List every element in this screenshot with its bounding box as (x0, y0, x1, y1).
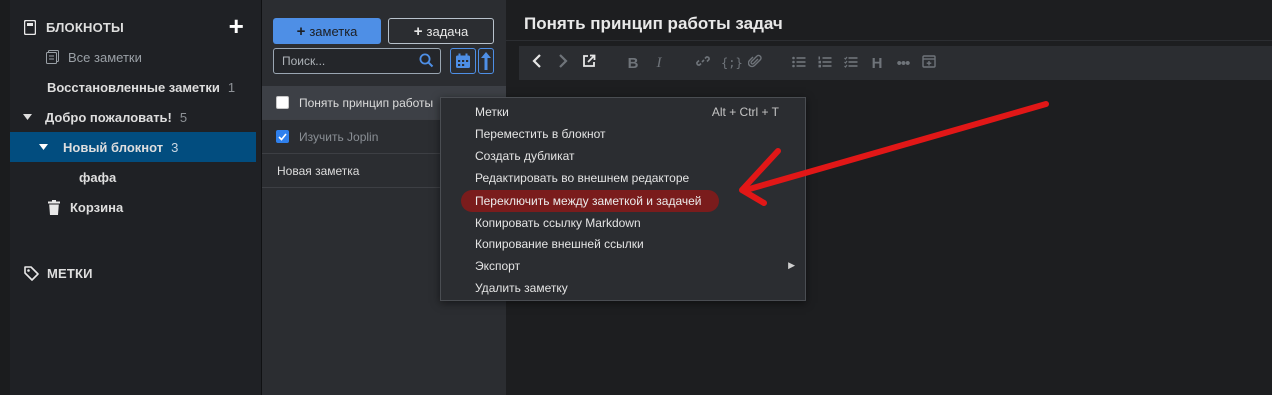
annotation-arrow-icon (739, 101, 1049, 206)
joplin-window: БЛОКНОТЫ + Все заметки Восстановленные з… (0, 0, 1272, 395)
